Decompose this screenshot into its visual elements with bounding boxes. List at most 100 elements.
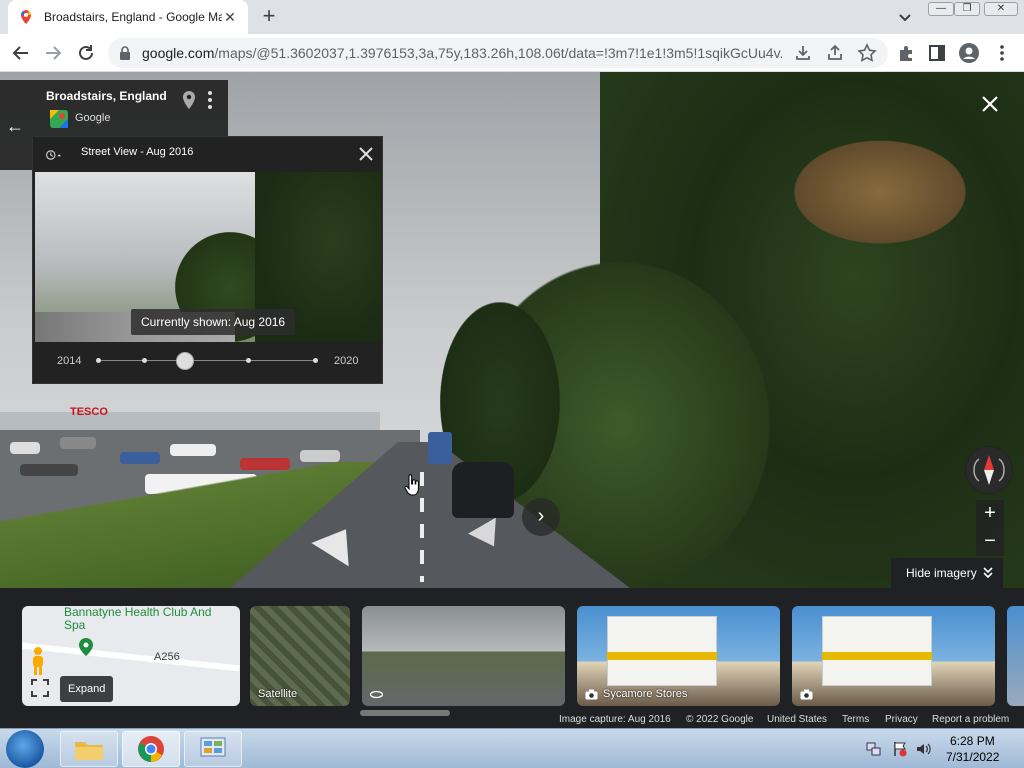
install-app-icon[interactable] xyxy=(792,42,814,64)
network-icon[interactable] xyxy=(866,741,882,757)
satellite-label: Satellite xyxy=(258,688,298,700)
back-to-map-arrow-icon[interactable]: ← xyxy=(6,116,24,137)
region-link[interactable]: United States xyxy=(767,714,827,725)
photo-thumbnail[interactable] xyxy=(792,606,995,706)
extensions-puzzle-icon[interactable] xyxy=(895,42,917,64)
imagery-source: Google xyxy=(75,112,111,124)
thumbnail-label: Satellite xyxy=(258,688,297,700)
parked-car xyxy=(170,444,216,456)
timeline-tick[interactable] xyxy=(96,358,101,363)
restore-button[interactable]: ❐ xyxy=(954,2,980,16)
privacy-link[interactable]: Privacy xyxy=(885,714,918,725)
navigate-forward-arrow-button[interactable]: › xyxy=(522,498,560,536)
taskbar-chrome[interactable] xyxy=(122,731,180,767)
pegman-icon[interactable] xyxy=(28,646,48,676)
forward-arrow-icon[interactable] xyxy=(42,42,64,64)
timeline-tick[interactable] xyxy=(142,358,147,363)
tab-search-chevron-icon[interactable] xyxy=(896,8,914,26)
browser-tab[interactable]: Broadstairs, England - Google Ma ✕ xyxy=(8,0,248,34)
new-tab-button[interactable]: + xyxy=(258,5,280,28)
timeline-header: Street View - Aug 2016 xyxy=(33,137,382,171)
side-panel-icon[interactable] xyxy=(926,42,948,64)
reload-icon[interactable] xyxy=(75,42,97,64)
browser-toolbar: google.com/maps/@51.3602037,1.3976153,3a… xyxy=(0,34,1024,72)
image-capture-date: Image capture: Aug 2016 xyxy=(559,714,671,725)
terms-link[interactable]: Terms xyxy=(842,714,869,725)
back-arrow-icon[interactable] xyxy=(10,42,32,64)
timeline-title: Street View - Aug 2016 xyxy=(81,146,194,158)
timeline-end-year: 2020 xyxy=(334,355,359,367)
photo-thumb-label: Sycamore Stores xyxy=(603,688,688,700)
taskbar-control-panel[interactable] xyxy=(184,731,242,767)
street-view-timeline-panel: Street View - Aug 2016 Currently shown: … xyxy=(32,136,383,384)
photo-thumbnail-sycamore-stores[interactable]: Sycamore Stores xyxy=(577,606,780,706)
black-car xyxy=(452,462,514,518)
tab-strip: Broadstairs, England - Google Ma ✕ + — ❐… xyxy=(0,0,1024,34)
hand-cursor-icon xyxy=(404,474,419,496)
close-timeline-icon[interactable] xyxy=(355,143,377,165)
thumbnail-label xyxy=(800,689,818,700)
copyright: © 2022 Google xyxy=(686,714,754,725)
parked-car xyxy=(300,450,340,462)
zoom-in-button[interactable]: + xyxy=(976,500,1004,528)
taskbar-clock-time[interactable]: 6:28 PM xyxy=(950,734,995,748)
bus xyxy=(428,432,452,464)
street-view-thumbnail[interactable] xyxy=(362,606,565,706)
tab-title: Broadstairs, England - Google Ma xyxy=(44,10,222,24)
double-chevron-down-icon xyxy=(983,567,993,579)
lock-icon[interactable] xyxy=(118,45,132,61)
start-button-windows-icon[interactable] xyxy=(6,730,44,768)
volume-speaker-icon[interactable] xyxy=(915,741,931,757)
parked-car xyxy=(10,442,40,454)
taskbar-file-explorer[interactable] xyxy=(60,731,118,767)
tree-foliage xyxy=(780,132,980,252)
url-text[interactable]: google.com/maps/@51.3602037,1.3976153,3a… xyxy=(142,45,782,61)
tesco-sign-logo: TESCO xyxy=(70,406,108,418)
parked-car xyxy=(60,437,96,449)
thumbnail-label xyxy=(370,689,388,700)
timeline-tick[interactable] xyxy=(313,358,318,363)
satellite-thumbnail[interactable]: Satellite xyxy=(250,606,350,706)
address-bar[interactable]: google.com/maps/@51.3602037,1.3976153,3a… xyxy=(108,38,888,68)
compass-icon[interactable] xyxy=(965,446,1013,494)
close-street-view-icon[interactable] xyxy=(978,92,1002,116)
zoom-out-button[interactable]: − xyxy=(976,528,1004,556)
more-options-icon[interactable] xyxy=(205,90,215,110)
folder-icon xyxy=(75,742,103,760)
google-maps-favicon-icon xyxy=(21,10,31,24)
thumbnail-label: Sycamore Stores xyxy=(585,688,687,700)
hide-imagery-label: Hide imagery xyxy=(906,566,977,580)
timeline-preview-image[interactable]: Currently shown: Aug 2016 xyxy=(35,172,381,342)
report-problem-link[interactable]: Report a problem xyxy=(932,714,1009,725)
zoom-control: + − xyxy=(976,500,1004,556)
lane-marking xyxy=(420,472,424,582)
map-road xyxy=(22,642,240,672)
building xyxy=(822,616,932,686)
google-maps-logo-icon xyxy=(50,110,68,128)
timeline-slider-track[interactable] xyxy=(97,360,317,361)
hide-imagery-button[interactable]: Hide imagery xyxy=(891,558,1003,588)
timeline-tick[interactable] xyxy=(246,358,251,363)
expand-tooltip: Expand xyxy=(60,676,114,702)
camera-icon xyxy=(800,689,813,700)
history-clock-icon[interactable] xyxy=(45,146,63,164)
store-sign xyxy=(607,652,717,660)
chrome-menu-icon[interactable] xyxy=(991,42,1013,64)
map-poi-label: Bannatyne Health Club And Spa xyxy=(64,606,212,632)
map-pin-icon[interactable] xyxy=(182,90,196,110)
timeline-slider-handle[interactable] xyxy=(176,352,194,370)
profile-avatar-icon[interactable] xyxy=(958,42,980,64)
share-icon[interactable] xyxy=(824,42,846,64)
taskbar-clock-date[interactable]: 7/31/2022 xyxy=(946,750,999,764)
building xyxy=(607,616,717,686)
tab-close-icon[interactable]: ✕ xyxy=(222,9,238,25)
window-close-button[interactable]: ✕ xyxy=(984,2,1018,16)
place-title[interactable]: Broadstairs, England xyxy=(46,89,167,103)
bookmark-star-icon[interactable] xyxy=(856,42,878,64)
photo-thumbnail[interactable] xyxy=(1007,606,1024,706)
expand-icon[interactable] xyxy=(30,678,50,698)
mini-map[interactable]: Bannatyne Health Club And Spa A256 Expan… xyxy=(22,606,240,706)
action-center-flag-icon[interactable] xyxy=(892,741,908,757)
windows-taskbar: 6:28 PM 7/31/2022 xyxy=(0,728,1024,768)
minimize-button[interactable]: — xyxy=(928,2,954,16)
